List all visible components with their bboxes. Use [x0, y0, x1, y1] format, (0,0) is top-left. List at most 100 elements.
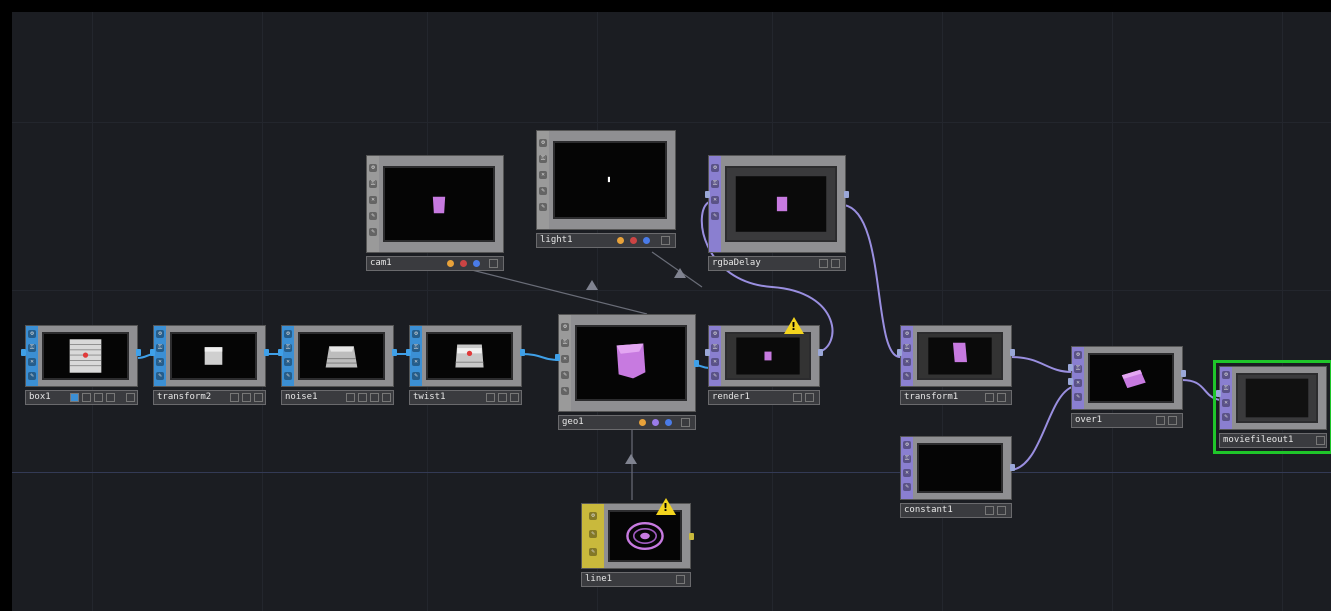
flag-icon[interactable] [106, 393, 115, 402]
flag-icon[interactable] [630, 237, 637, 244]
lock-icon[interactable]: ⚿ [711, 180, 719, 188]
render-flag-icon[interactable]: ✎ [711, 212, 719, 220]
display-flag-icon[interactable]: ✕ [539, 171, 547, 179]
lock-icon[interactable]: ⚿ [903, 455, 911, 463]
plus-icon[interactable] [997, 506, 1006, 515]
bypass-icon[interactable]: ⚙ [711, 330, 719, 338]
output-connector[interactable] [264, 349, 269, 356]
render-flag-icon[interactable]: ✎ [539, 187, 547, 195]
input-connector[interactable] [1216, 390, 1221, 397]
plus-icon[interactable] [489, 259, 498, 268]
bypass-icon[interactable]: ⚙ [412, 330, 420, 338]
input-connector[interactable] [705, 191, 710, 198]
render-flag-icon[interactable]: ✎ [28, 372, 36, 380]
render-flag-icon[interactable]: ✎ [903, 372, 911, 380]
render-flag-icon[interactable]: ✎ [156, 372, 164, 380]
lock-icon[interactable]: ⚿ [561, 339, 569, 347]
node-line1[interactable]: ⚙ ✎ ✎ line1 [581, 503, 694, 587]
display-flag-icon[interactable]: ✕ [28, 358, 36, 366]
display-flag-icon[interactable]: ✕ [903, 469, 911, 477]
input-connector[interactable] [1068, 364, 1073, 371]
input-connector[interactable] [278, 349, 283, 356]
output-connector[interactable] [392, 349, 397, 356]
flag-icon[interactable] [985, 393, 994, 402]
node-constant1[interactable]: ⚙ ⚿ ✕ ✎ constant1 [900, 436, 1015, 518]
node-label[interactable]: rgbaDelay [712, 257, 761, 270]
flag-icon[interactable] [617, 237, 624, 244]
node-transform2[interactable]: ⚙ ⚿ ✕ ✎ transform2 [150, 325, 269, 405]
node-label[interactable]: light1 [540, 234, 573, 247]
flag-icon[interactable] [819, 259, 828, 268]
render-flag-icon[interactable]: ✎ [711, 372, 719, 380]
input-connector[interactable] [406, 349, 411, 356]
warning-icon[interactable]: ! [656, 498, 676, 515]
node-over1[interactable]: ⚙ ⚿ ✕ ✎ over1 [1068, 346, 1186, 428]
warning-icon[interactable]: ! [784, 317, 804, 334]
flag-icon[interactable] [652, 419, 659, 426]
render-flag-icon[interactable]: ✎ [589, 530, 597, 538]
input-connector[interactable] [705, 349, 710, 356]
plus-icon[interactable] [661, 236, 670, 245]
bypass-icon[interactable]: ⚙ [156, 330, 164, 338]
bypass-icon[interactable]: ⚙ [903, 441, 911, 449]
flag-icon[interactable] [1156, 416, 1165, 425]
lock-icon[interactable]: ⚿ [1222, 385, 1230, 393]
render-flag-icon[interactable]: ✎ [1222, 413, 1230, 421]
plus-icon[interactable] [510, 393, 519, 402]
render-flag-icon[interactable]: ✎ [561, 387, 569, 395]
render-flag-icon[interactable]: ✎ [369, 228, 377, 236]
plus-icon[interactable] [676, 575, 685, 584]
node-label[interactable]: constant1 [904, 504, 953, 517]
output-connector[interactable] [520, 349, 525, 356]
node-rgbaDelay[interactable]: ⚙ ⚿ ✕ ✎ rgbaDelay [705, 155, 849, 271]
bypass-icon[interactable]: ⚙ [1074, 351, 1082, 359]
input-connector[interactable] [897, 349, 902, 356]
display-flag-icon[interactable]: ✕ [284, 358, 292, 366]
flag-icon[interactable] [486, 393, 495, 402]
lock-icon[interactable]: ⚿ [539, 155, 547, 163]
output-connector[interactable] [136, 349, 141, 356]
bypass-icon[interactable]: ⚙ [711, 164, 719, 172]
flag-icon[interactable] [665, 419, 672, 426]
flag-icon[interactable] [985, 506, 994, 515]
flag-icon[interactable] [370, 393, 379, 402]
bypass-icon[interactable]: ⚙ [589, 512, 597, 520]
plus-icon[interactable] [126, 393, 135, 402]
node-noise1[interactable]: ⚙ ⚿ ✕ ✎ noise1 [278, 325, 397, 405]
node-transform1[interactable]: ⚙ ⚿ ✕ ✎ transform1 [897, 325, 1015, 405]
display-flag-icon[interactable]: ✕ [561, 355, 569, 363]
flag-icon[interactable] [793, 393, 802, 402]
bypass-icon[interactable]: ⚙ [561, 323, 569, 331]
node-label[interactable]: twist1 [413, 391, 446, 404]
input-connector[interactable] [555, 354, 560, 361]
output-connector[interactable] [1010, 349, 1015, 356]
output-connector[interactable] [1181, 370, 1186, 377]
display-flag-icon[interactable]: ✕ [711, 358, 719, 366]
node-label[interactable]: over1 [1075, 414, 1102, 427]
plus-icon[interactable] [805, 393, 814, 402]
node-geo1[interactable]: ⚙ ⚿ ✕ ✎ ✎ geo1 [555, 314, 699, 430]
bypass-icon[interactable]: ⚙ [903, 330, 911, 338]
flag-icon[interactable] [358, 393, 367, 402]
node-box1[interactable]: ⚙ ⚿ ✕ ✎ box1 [21, 325, 141, 405]
lock-icon[interactable]: ⚿ [711, 344, 719, 352]
node-label[interactable]: moviefileout1 [1223, 434, 1293, 447]
bypass-icon[interactable]: ⚙ [369, 164, 377, 172]
flag-icon[interactable] [230, 393, 239, 402]
network-editor[interactable]: ⚙ ⚿ ✕ ✎ box1 ⚙ ⚿ ✕ ✎ transform2 ⚙ ⚿ ✕ ✎ … [12, 12, 1331, 611]
node-light1[interactable]: ⚙ ⚿ ✕ ✎ ✎ light1 [536, 130, 676, 248]
flag-icon[interactable] [94, 393, 103, 402]
render-flag-icon[interactable]: ✎ [589, 548, 597, 556]
node-label[interactable]: box1 [29, 391, 51, 404]
render-flag-icon[interactable]: ✎ [369, 212, 377, 220]
input-connector[interactable] [1068, 378, 1073, 385]
input-connector[interactable] [21, 349, 26, 356]
lock-icon[interactable]: ⚿ [28, 344, 36, 352]
plus-icon[interactable] [254, 393, 263, 402]
node-label[interactable]: geo1 [562, 416, 584, 429]
node-render1[interactable]: ⚙ ⚿ ✕ ✎ render1 [705, 325, 823, 405]
render-flag-icon[interactable]: ✎ [284, 372, 292, 380]
lock-icon[interactable]: ⚿ [369, 180, 377, 188]
output-connector[interactable] [844, 191, 849, 198]
display-flag-icon[interactable]: ✕ [903, 358, 911, 366]
